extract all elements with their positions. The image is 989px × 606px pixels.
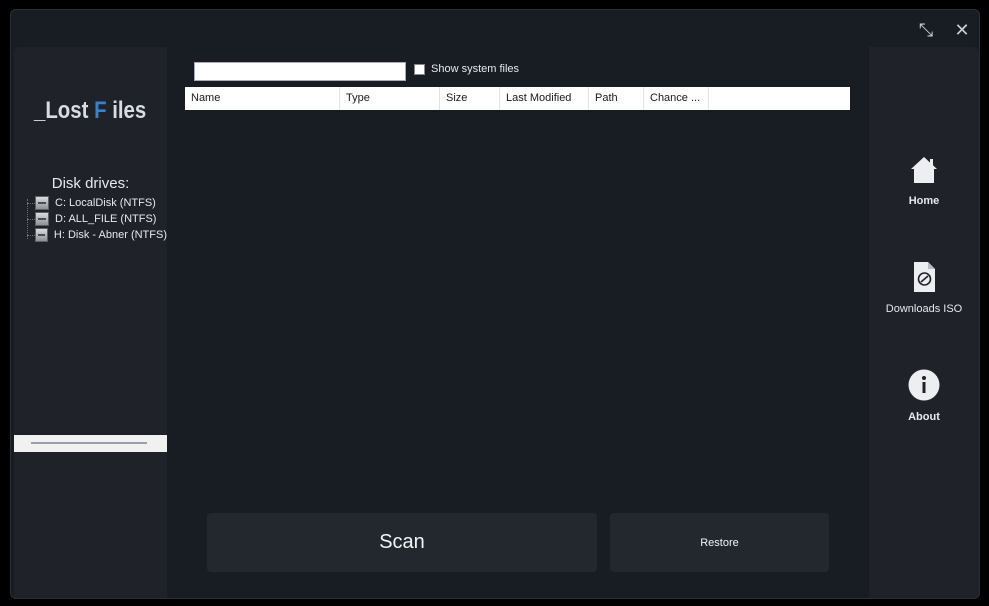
disk-drives-title: Disk drives: bbox=[51, 175, 130, 192]
restore-button[interactable]: Restore bbox=[610, 513, 829, 572]
nav-about-label: About bbox=[908, 411, 940, 423]
show-system-files-toggle[interactable]: Show system files bbox=[414, 63, 519, 75]
home-icon bbox=[911, 157, 937, 183]
minimize-icon[interactable]: ⤡ bbox=[916, 20, 936, 40]
scan-button[interactable]: Scan bbox=[207, 513, 597, 572]
nav-about[interactable]: About bbox=[869, 369, 979, 423]
results-table-header: Name Type Size Last Modified Path Chance… bbox=[185, 87, 850, 110]
drive-label: H: Disk - Abner (NTFS) bbox=[53, 229, 167, 241]
column-header-last-modified[interactable]: Last Modified bbox=[500, 87, 589, 110]
column-header-type[interactable]: Type bbox=[340, 87, 440, 110]
show-system-files-label: Show system files bbox=[431, 63, 520, 75]
column-header-chance[interactable]: Chance ... bbox=[644, 87, 709, 110]
drive-item-c[interactable]: C: LocalDisk (NTFS) bbox=[27, 195, 167, 211]
info-icon bbox=[908, 369, 940, 401]
hard-drive-icon bbox=[35, 228, 48, 242]
app-window: ⤡ ✕ _Lost F iles Disk drives: C: LocalDi… bbox=[10, 9, 980, 599]
drive-label: C: LocalDisk (NTFS) bbox=[55, 197, 156, 209]
hard-drive-icon bbox=[35, 196, 49, 210]
search-input[interactable] bbox=[194, 62, 406, 81]
column-header-name[interactable]: Name bbox=[185, 87, 340, 110]
nav-downloads-iso-label: Downloads ISO bbox=[885, 303, 963, 315]
nav-home-label: Home bbox=[908, 195, 940, 207]
close-icon[interactable]: ✕ bbox=[952, 20, 972, 40]
show-system-files-checkbox[interactable] bbox=[414, 63, 425, 75]
nav-downloads-iso[interactable]: Downloads ISO bbox=[869, 261, 979, 315]
sidebar-left: _Lost F iles Disk drives: C: LocalDisk (… bbox=[14, 47, 167, 598]
column-header-path[interactable]: Path bbox=[589, 87, 644, 110]
sidebar-right: Home Downloads ISO About bbox=[869, 47, 979, 598]
drive-tree: C: LocalDisk (NTFS) D: ALL_FILE (NTFS) H… bbox=[27, 195, 167, 243]
nav-home[interactable]: Home bbox=[869, 155, 979, 207]
disc-file-icon bbox=[914, 262, 935, 292]
drive-item-d[interactable]: D: ALL_FILE (NTFS) bbox=[27, 211, 167, 227]
drive-label: D: ALL_FILE (NTFS) bbox=[55, 213, 157, 225]
main-content: Show system files Name Type Size Last Mo… bbox=[167, 47, 869, 598]
column-header-size[interactable]: Size bbox=[440, 87, 500, 110]
drive-item-h[interactable]: H: Disk - Abner (NTFS) bbox=[27, 227, 167, 243]
scan-progress-bar bbox=[14, 435, 167, 452]
app-logo: _Lost F iles bbox=[34, 97, 147, 124]
progress-indicator bbox=[31, 442, 147, 444]
hard-drive-icon bbox=[35, 212, 49, 226]
